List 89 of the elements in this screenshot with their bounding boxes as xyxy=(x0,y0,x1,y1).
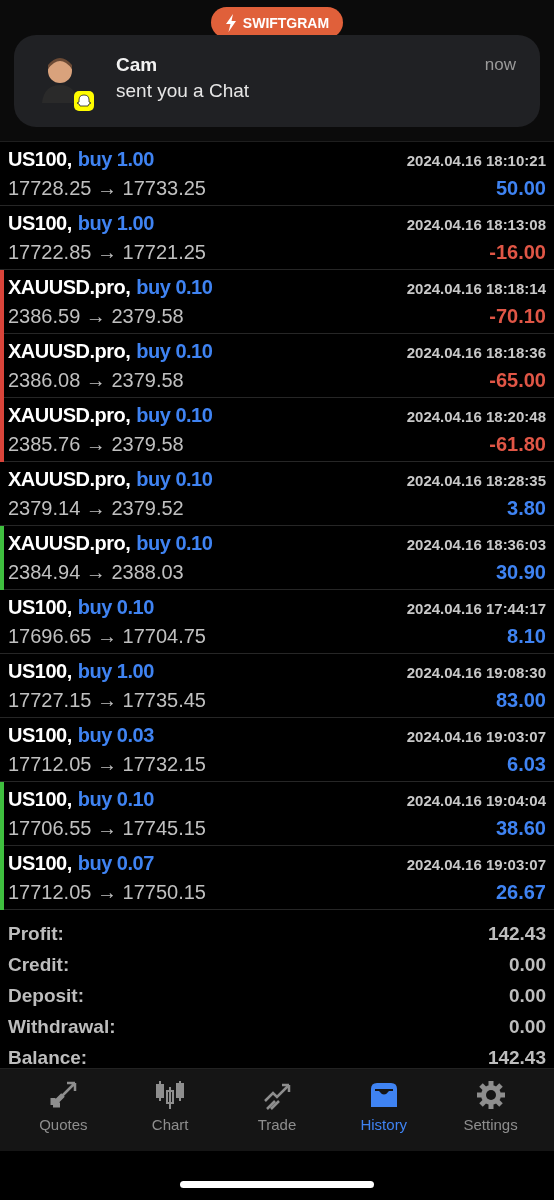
price-range: 2384.94 → 2388.03 xyxy=(8,560,184,584)
symbol-label: US100, xyxy=(8,147,72,171)
symbol-label: XAUUSD.pro, xyxy=(8,339,131,363)
order-type: buy 1.00 xyxy=(77,211,154,235)
price-range: 17712.05 → 17732.15 xyxy=(8,752,206,776)
profit-value: 83.00 xyxy=(495,688,546,712)
profit-value: 8.10 xyxy=(507,624,546,648)
summary-label: Withdrawal: xyxy=(8,1015,116,1038)
deal-row[interactable]: XAUUSD.pro, buy 0.10 2024.04.16 18:18:14 2386.59 → 2379.58 -70.10 xyxy=(0,270,554,334)
symbol-label: US100, xyxy=(8,851,72,875)
deal-time: 2024.04.16 18:13:08 xyxy=(406,215,546,233)
order-type: buy 1.00 xyxy=(77,147,154,171)
symbol-label: US100, xyxy=(8,787,72,811)
symbol-label: US100, xyxy=(8,723,72,747)
order-type: buy 0.10 xyxy=(136,403,213,427)
symbol-label: XAUUSD.pro, xyxy=(8,531,131,555)
symbol-label: XAUUSD.pro, xyxy=(8,403,131,427)
ghost-icon xyxy=(74,91,94,111)
tab-button[interactable]: Quotes xyxy=(10,1069,117,1151)
profit-value: -61.80 xyxy=(489,432,546,456)
deal-row[interactable]: XAUUSD.pro, buy 0.10 2024.04.16 18:20:48 2385.76 → 2379.58 -61.80 xyxy=(0,398,554,462)
summary-label: Credit: xyxy=(8,953,70,976)
profit-value: -70.10 xyxy=(489,304,546,328)
deal-row[interactable]: US100, buy 1.00 2024.04.16 18:13:08 17722.85 → 17721.25 -16.00 xyxy=(0,206,554,270)
summary-value: 142.43 xyxy=(487,922,546,945)
deal-time: 2024.04.16 19:03:07 xyxy=(406,727,546,745)
deal-time: 2024.04.16 18:20:48 xyxy=(406,407,546,425)
deal-time: 2024.04.16 18:18:14 xyxy=(406,279,546,297)
sender-name: Cam xyxy=(116,54,159,76)
summary-label: Balance: xyxy=(8,1046,88,1069)
price-range: 2386.08 → 2379.58 xyxy=(8,368,184,392)
profit-value: 6.03 xyxy=(507,752,546,776)
summary-value: 142.43 xyxy=(487,1046,546,1069)
deal-time: 2024.04.16 19:03:07 xyxy=(406,855,546,873)
price-range: 2386.59 → 2379.58 xyxy=(8,304,184,328)
order-type: buy 0.10 xyxy=(136,339,213,363)
notification-card[interactable]: Cam sent you a Chat now xyxy=(14,35,540,127)
price-range: 2385.76 → 2379.58 xyxy=(8,432,184,456)
lightning-icon xyxy=(224,13,237,32)
deal-time: 2024.04.16 17:44:17 xyxy=(406,599,546,617)
order-type: buy 0.03 xyxy=(77,723,154,747)
price-range: 17727.15 → 17735.45 xyxy=(8,688,206,712)
price-range: 17706.55 → 17745.15 xyxy=(8,816,206,840)
candlestick-icon xyxy=(154,1079,187,1111)
order-type: buy 0.10 xyxy=(136,531,213,555)
deal-time: 2024.04.16 18:10:21 xyxy=(406,151,546,169)
order-type: buy 1.00 xyxy=(77,659,154,683)
notification-time: now xyxy=(484,55,516,75)
summary-label: Profit: xyxy=(8,922,64,945)
deal-time: 2024.04.16 19:08:30 xyxy=(406,663,546,681)
order-type: buy 0.10 xyxy=(136,467,213,491)
tab-button[interactable]: History xyxy=(330,1069,438,1151)
tab-button[interactable]: Chart xyxy=(116,1069,224,1151)
symbol-label: US100, xyxy=(8,659,72,683)
profit-value: -65.00 xyxy=(489,368,546,392)
deal-time: 2024.04.16 18:18:36 xyxy=(406,343,546,361)
summary-value: 0.00 xyxy=(509,1015,546,1038)
profit-value: -16.00 xyxy=(489,240,546,264)
price-range: 17722.85 → 17721.25 xyxy=(8,240,206,264)
tab-button[interactable]: Trade xyxy=(223,1069,331,1151)
symbol-label: XAUUSD.pro, xyxy=(8,467,131,491)
profit-value: 30.90 xyxy=(495,560,546,584)
price-range: 17712.05 → 17750.15 xyxy=(8,880,206,904)
symbol-label: XAUUSD.pro, xyxy=(8,275,131,299)
badge-label: SWIFTGRAM xyxy=(242,14,330,31)
symbol-label: US100, xyxy=(8,211,72,235)
deal-time: 2024.04.16 18:36:03 xyxy=(406,535,546,553)
order-type: buy 0.10 xyxy=(136,275,213,299)
deal-time: 2024.04.16 18:28:35 xyxy=(406,471,546,489)
symbol-label: US100, xyxy=(8,595,72,619)
notification-message: sent you a Chat xyxy=(116,80,251,102)
deal-time: 2024.04.16 19:04:04 xyxy=(406,791,546,809)
summary-value: 0.00 xyxy=(509,984,546,1007)
deal-row[interactable]: XAUUSD.pro, buy 0.10 2024.04.16 18:18:36 2386.08 → 2379.58 -65.00 xyxy=(0,334,554,398)
price-range: 17728.25 → 17733.25 xyxy=(8,176,206,200)
profit-value: 26.67 xyxy=(495,880,546,904)
order-type: buy 0.10 xyxy=(77,595,154,619)
price-range: 2379.14 → 2379.52 xyxy=(8,496,184,520)
summary-value: 0.00 xyxy=(509,953,546,976)
settings-icon xyxy=(474,1079,507,1111)
tab-button[interactable]: Settings xyxy=(437,1069,544,1151)
price-range: 17696.65 → 17704.75 xyxy=(8,624,206,648)
deal-row[interactable]: US100, buy 0.07 2024.04.16 19:03:07 17712.05 → 17750.15 26.67 xyxy=(0,846,554,910)
profit-value: 50.00 xyxy=(495,176,546,200)
summary-label: Deposit: xyxy=(8,984,84,1007)
profit-value: 3.80 xyxy=(507,496,546,520)
order-type: buy 0.10 xyxy=(77,787,154,811)
profit-value: 38.60 xyxy=(495,816,546,840)
order-type: buy 0.07 xyxy=(77,851,154,875)
